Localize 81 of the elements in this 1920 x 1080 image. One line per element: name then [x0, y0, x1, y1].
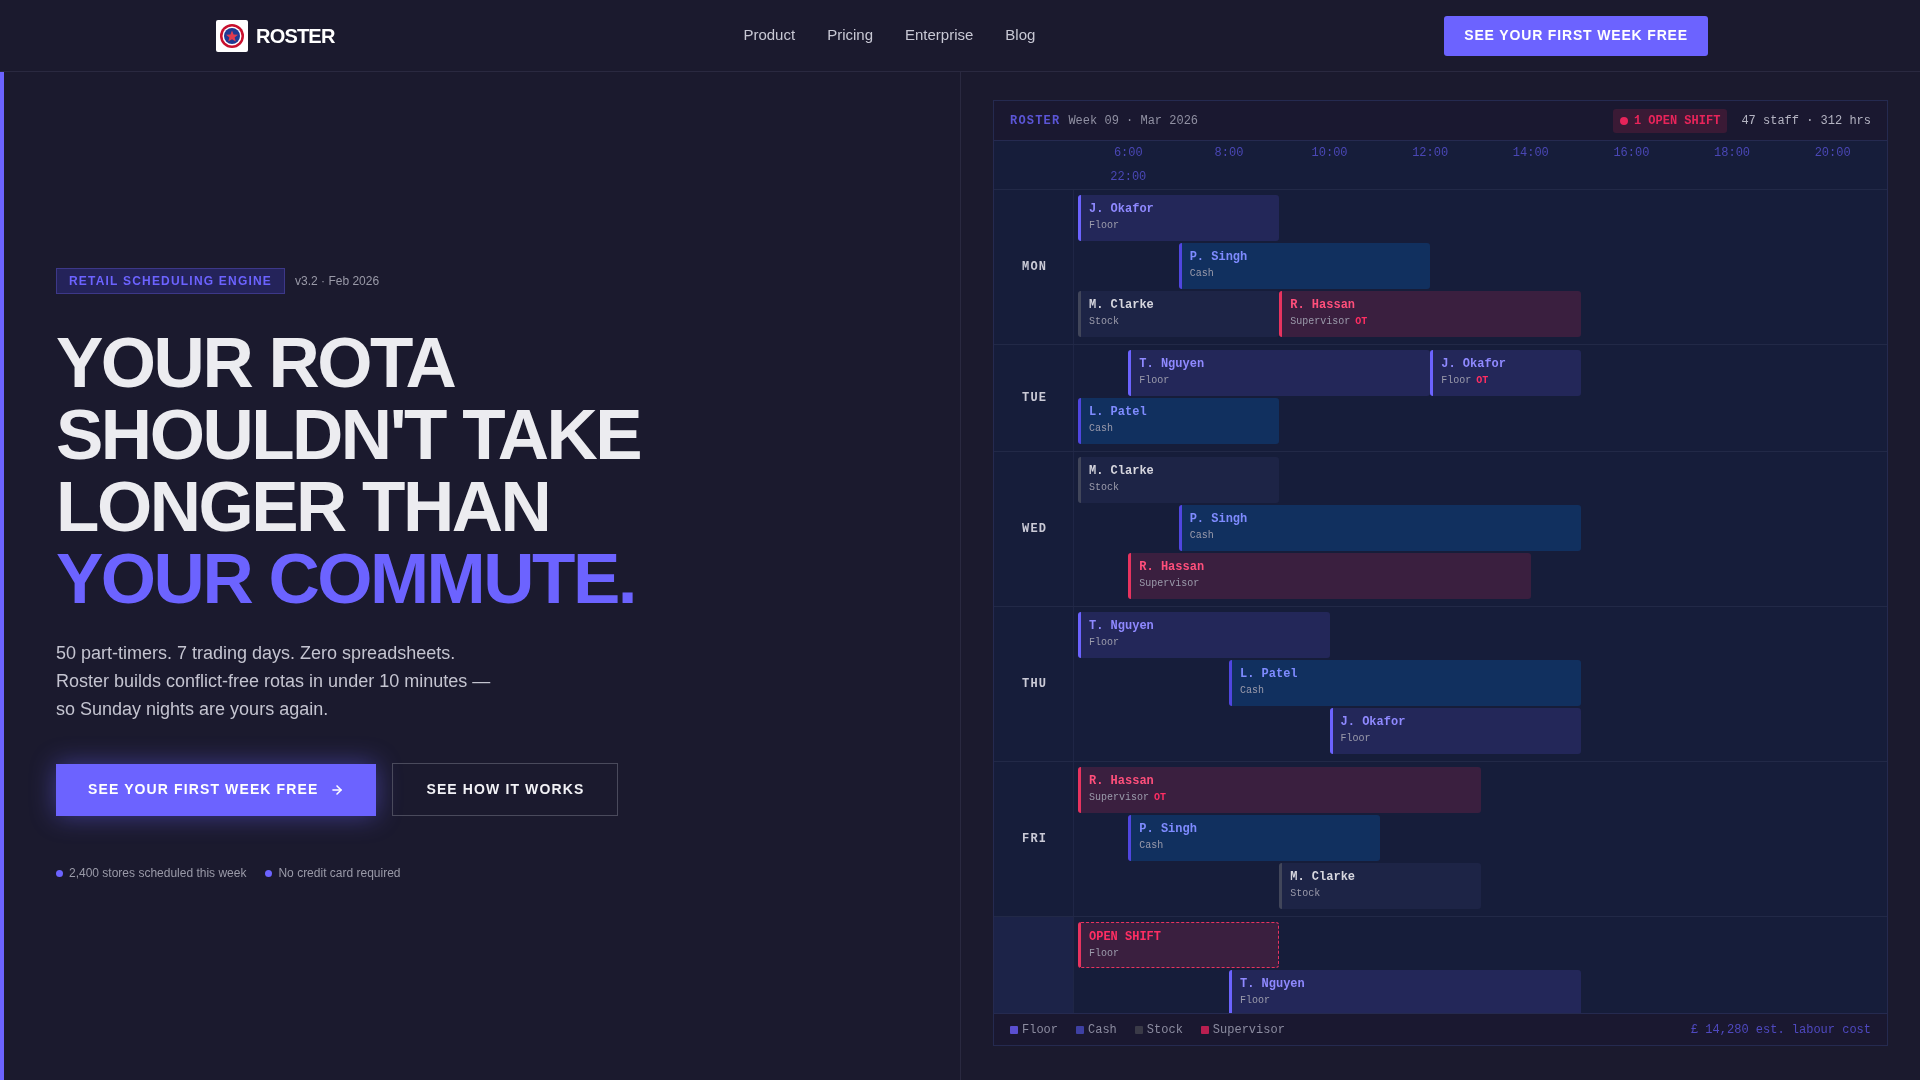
time-label: 22:00 [1110, 169, 1147, 186]
shift-role: Floor [1441, 374, 1472, 388]
shift-role: Floor [1139, 374, 1170, 388]
shift-role: Floor [1089, 219, 1119, 233]
shift-role: Stock [1089, 481, 1119, 495]
shift-role: Cash [1189, 529, 1214, 543]
description: 50 part-timers. 7 trading days. Zero spreadsheets. Roster builds conflict-free rotas in under 10 minutes — so Sunday nights are yours again. [56, 642, 492, 721]
cta-button[interactable]: SEE YOUR FIRST WEEK FREE [1444, 15, 1708, 56]
nav-link[interactable]: Product [743, 24, 796, 47]
overtime-tag: OT [1154, 791, 1167, 805]
dot-icon [56, 869, 63, 877]
shift-name: R. Hassan [1139, 559, 1205, 575]
time-label: 14:00 [1512, 145, 1549, 162]
shift-name: J. Okafor [1089, 201, 1154, 217]
labour-cost: £ 14,280 est. labour cost [1690, 1021, 1871, 1039]
shift-role: Floor [1089, 947, 1119, 961]
time-label: 6:00 [1113, 145, 1143, 162]
highlight-text: 2,400 stores scheduled this week [69, 865, 247, 882]
shift-name: T. Nguyen [1239, 976, 1305, 992]
alert-label: 1 OPEN SHIFT [1633, 112, 1721, 130]
shift-name: R. Hassan [1290, 297, 1356, 313]
legend-label: Cash [1088, 1021, 1117, 1039]
shift-role: Supervisor [1139, 577, 1200, 591]
overtime-tag: OT [1476, 374, 1489, 388]
time-label: 8:00 [1214, 145, 1244, 162]
day-label: MON [1022, 259, 1048, 276]
shift-name: M. Clarke [1290, 869, 1356, 885]
legend-label: Supervisor [1212, 1021, 1285, 1039]
shift-role: Cash [1189, 267, 1214, 281]
shift-role: Cash [1239, 684, 1264, 698]
dot-icon [1619, 116, 1628, 125]
headline: YOUR ROTA SHOULDN'T TAKE LONGER THAN YOUR COMMUTE. [56, 327, 641, 615]
secondary-cta-button[interactable]: SEE HOW IT WORKS [392, 763, 619, 816]
week-label: Week 09 · Mar 2026 [1068, 112, 1199, 130]
shift-role: Cash [1139, 839, 1164, 853]
shift-name: T. Nguyen [1089, 618, 1154, 634]
shift-role: Supervisor [1089, 791, 1149, 805]
time-label: 10:00 [1311, 145, 1348, 162]
shift-name: J. Okafor [1340, 714, 1406, 730]
day-label: WED [1022, 521, 1048, 538]
logo-icon [216, 19, 248, 52]
day-label: TUE [1022, 390, 1048, 407]
shift-name: P. Singh [1189, 249, 1248, 265]
summary-label: 47 staff · 312 hrs [1741, 112, 1871, 130]
shift-name: M. Clarke [1089, 297, 1154, 313]
highlight-text: No credit card required [278, 865, 401, 882]
shift-name: R. Hassan [1089, 773, 1154, 789]
shift-role: Floor [1340, 732, 1371, 746]
shift-name: OPEN SHIFT [1089, 929, 1161, 945]
shift-role: Cash [1089, 422, 1113, 436]
shift-role: Supervisor [1290, 315, 1351, 329]
time-label: 20:00 [1814, 145, 1851, 162]
shift-name: T. Nguyen [1139, 356, 1205, 372]
shift-name: L. Patel [1089, 404, 1147, 420]
legend-label: Floor [1022, 1021, 1058, 1039]
shift-role: Stock [1089, 315, 1119, 329]
primary-cta-button[interactable]: SEE YOUR FIRST WEEK FREE [56, 763, 377, 816]
time-label: 18:00 [1714, 145, 1751, 162]
shift-name: P. Singh [1189, 511, 1248, 527]
legend-label: Stock [1146, 1021, 1183, 1039]
version-label: v3.2 · Feb 2026 [295, 273, 380, 290]
day-label: FRI [1022, 831, 1048, 848]
shift-name: L. Patel [1239, 666, 1298, 682]
shift-name: J. Okafor [1441, 356, 1506, 372]
shift-role: Floor [1239, 994, 1270, 1008]
dot-icon [265, 869, 273, 877]
nav-link[interactable]: Blog [1005, 24, 1036, 47]
shift-role: Stock [1290, 887, 1321, 901]
nav-link[interactable]: Pricing [827, 24, 873, 47]
shift-name: M. Clarke [1089, 463, 1154, 479]
time-label: 12:00 [1412, 145, 1449, 162]
day-label: THU [1022, 676, 1048, 693]
category-badge: RETAIL SCHEDULING ENGINE [56, 268, 286, 294]
time-label: 16:00 [1613, 145, 1650, 162]
shift-name: P. Singh [1139, 821, 1197, 837]
shift-role: Floor [1089, 636, 1119, 650]
overtime-tag: OT [1355, 315, 1368, 329]
logo-text: ROSTER [256, 23, 335, 49]
arrow-right-icon [330, 782, 345, 797]
brand-label: ROSTER [1010, 112, 1061, 130]
nav-link[interactable]: Enterprise [905, 24, 974, 47]
